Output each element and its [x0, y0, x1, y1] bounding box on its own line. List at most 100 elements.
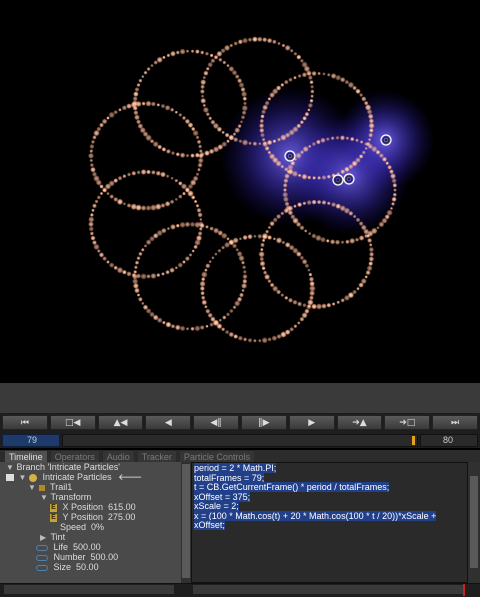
ypos-value[interactable]: 275.00 [108, 512, 136, 522]
go-to-end-button[interactable]: ⏭ [432, 415, 478, 430]
particle [233, 305, 237, 309]
tab-particle-controls[interactable]: Particle Controls [179, 450, 255, 462]
tree-scrollbar[interactable] [181, 462, 191, 583]
step-forward-button[interactable]: ‖▶ [241, 415, 287, 430]
tree-trail-row[interactable]: ▼ Trail1 [0, 482, 181, 492]
step-back-button[interactable]: ◀‖ [193, 415, 239, 430]
particle [191, 195, 196, 200]
particle [144, 244, 148, 248]
particle [200, 79, 206, 85]
particle [309, 80, 313, 84]
prev-key-button[interactable]: ▲◀ [98, 415, 144, 430]
speed-value[interactable]: 0% [91, 522, 104, 532]
particle [308, 75, 313, 80]
current-frame-field[interactable]: 79 [2, 434, 60, 447]
particle [308, 145, 311, 148]
size-value[interactable]: 50.00 [76, 562, 99, 572]
particle [88, 216, 94, 222]
particle [204, 305, 208, 309]
tree-size-row[interactable]: Size 50.00 [0, 562, 181, 572]
play-button[interactable]: ▶ [289, 415, 335, 430]
particle [350, 137, 355, 142]
particle [133, 91, 139, 97]
particle [134, 114, 140, 120]
particle [161, 272, 165, 276]
particle [241, 91, 247, 97]
particle [368, 133, 373, 138]
particle [262, 234, 268, 240]
particle [200, 98, 206, 104]
panel-tabs: Timeline Operators Audio Tracker Particle Co… [0, 450, 480, 462]
particle [196, 172, 200, 176]
particle [131, 171, 136, 176]
scroll-thumb[interactable] [182, 464, 190, 578]
particle [203, 104, 206, 107]
particle [232, 243, 237, 248]
tree-layer-row[interactable]: ▼ Intricate Particles 🡐 [0, 472, 181, 482]
particle [311, 233, 316, 238]
particle [138, 252, 142, 256]
expression-editor[interactable]: period = 2 * Math.PI; totalFrames = 79; t … [191, 462, 468, 583]
particle [253, 339, 257, 343]
tree-life-row[interactable]: Life 500.00 [0, 542, 181, 552]
tab-timeline[interactable]: Timeline [4, 450, 48, 462]
tab-operators[interactable]: Operators [50, 450, 100, 462]
playhead-marker[interactable] [412, 436, 415, 445]
particle [209, 322, 214, 327]
particle [199, 281, 205, 287]
editor-horizontal-scrollbar[interactable] [193, 585, 463, 594]
particle [141, 169, 147, 175]
particle [261, 266, 265, 270]
particle [190, 327, 194, 331]
next-keyframe-button[interactable]: ➔□ [384, 415, 430, 430]
particle [292, 300, 297, 305]
particle [219, 319, 222, 322]
size-label: Size [54, 562, 72, 572]
tree-number-row[interactable]: Number 500.00 [0, 552, 181, 562]
particle [310, 89, 314, 93]
scroll-thumb[interactable] [470, 476, 478, 568]
particle-viewport[interactable] [0, 0, 480, 383]
play-reverse-button[interactable]: ◀ [145, 415, 191, 430]
tree-xpos-row[interactable]: E X Position 615.00 [0, 502, 181, 512]
lock-icon[interactable] [39, 485, 45, 491]
particle [102, 188, 107, 193]
particle [298, 174, 302, 178]
life-value[interactable]: 500.00 [73, 542, 101, 552]
emitter-glow [220, 86, 435, 235]
tab-tracker[interactable]: Tracker [137, 450, 177, 462]
particle [369, 247, 374, 252]
tree-horizontal-scrollbar[interactable] [4, 585, 174, 594]
timeline-scrubber[interactable] [62, 434, 418, 447]
end-frame-field[interactable]: 80 [420, 434, 478, 447]
tree-branch-row[interactable]: ▼ Branch 'Intricate Particles' [0, 462, 181, 472]
particle [136, 256, 140, 260]
number-value[interactable]: 500.00 [91, 552, 119, 562]
particle [238, 139, 242, 143]
code-line: xOffset; [194, 521, 465, 531]
particle [204, 150, 210, 156]
tree-transform-row[interactable]: ▼ Transform [0, 492, 181, 502]
visibility-icon[interactable] [6, 474, 14, 481]
particle [368, 138, 371, 141]
xpos-value[interactable]: 615.00 [108, 502, 136, 512]
editor-scrollbar[interactable] [468, 462, 480, 583]
prev-keyframe-button[interactable]: □◀ [50, 415, 96, 430]
go-to-start-button[interactable]: ⏮ [2, 415, 48, 430]
particle [233, 41, 238, 46]
particle [392, 183, 397, 188]
tab-audio[interactable]: Audio [102, 450, 135, 462]
tree-speed-row[interactable]: Speed 0% [0, 522, 181, 532]
particle [308, 103, 313, 108]
next-key-button[interactable]: ➔▲ [337, 415, 383, 430]
particle [91, 209, 95, 213]
speed-label: Speed [60, 522, 86, 532]
particle [242, 110, 247, 115]
particle [100, 192, 103, 195]
code-text: xScale = 2; [194, 501, 239, 511]
emitter-target-icon [289, 155, 291, 157]
tree-ypos-row[interactable]: E Y Position 275.00 [0, 512, 181, 522]
particle [362, 151, 366, 155]
tree-tint-row[interactable]: ▶ Tint [0, 532, 181, 542]
particle [138, 79, 142, 83]
